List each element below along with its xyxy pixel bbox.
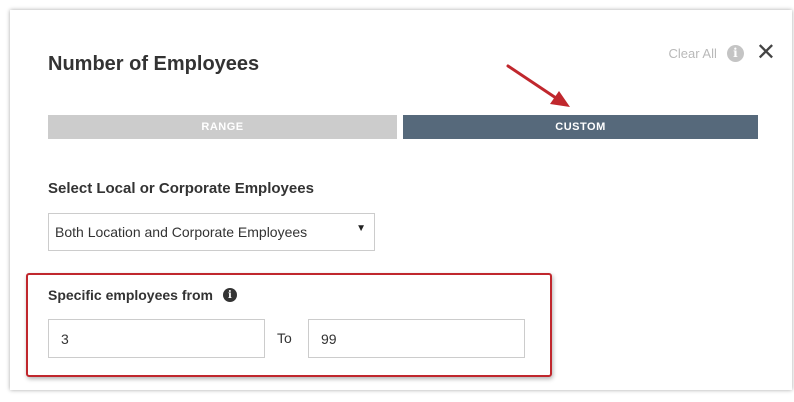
mode-tabs: RANGE CUSTOM bbox=[48, 115, 758, 139]
to-input[interactable] bbox=[308, 319, 525, 358]
clear-all-link[interactable]: Clear All bbox=[668, 46, 716, 61]
header-actions: Clear All i ✕ bbox=[668, 41, 776, 65]
to-label: To bbox=[277, 330, 292, 346]
page-title: Number of Employees bbox=[48, 53, 260, 75]
dropdown-arrow-icon: ▼ bbox=[356, 223, 366, 234]
info-icon[interactable]: i bbox=[726, 44, 744, 62]
tab-custom[interactable]: CUSTOM bbox=[403, 115, 758, 139]
info-icon[interactable]: i bbox=[222, 288, 237, 302]
specific-employees-text: Specific employees from bbox=[48, 287, 213, 303]
specific-employees-label: Specific employees from i bbox=[48, 287, 237, 303]
employee-type-select[interactable]: Both Location and Corporate Employees ▼ bbox=[48, 213, 375, 251]
employee-type-selected: Both Location and Corporate Employees bbox=[55, 224, 308, 240]
employee-type-label: Select Local or Corporate Employees bbox=[48, 180, 314, 197]
from-input[interactable] bbox=[48, 319, 265, 358]
annotation-arrow bbox=[506, 64, 570, 107]
close-icon[interactable]: ✕ bbox=[756, 41, 776, 65]
tab-range[interactable]: RANGE bbox=[48, 115, 397, 139]
